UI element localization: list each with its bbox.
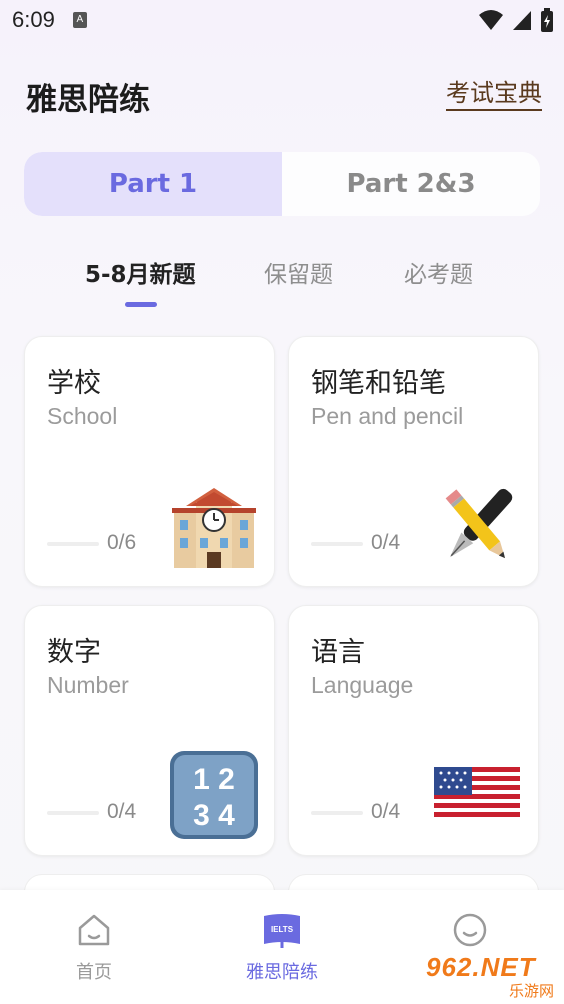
- card-title: 数字: [47, 637, 101, 668]
- pen-and-pencil-icon: [445, 488, 513, 559]
- status-icons: [478, 8, 554, 32]
- school-building-icon: [172, 488, 256, 568]
- us-flag-icon: [434, 767, 520, 823]
- sub-tab-must-test[interactable]: 必考题: [404, 255, 473, 289]
- ielts-badge-text: IELTS: [271, 925, 294, 934]
- wifi-icon: [479, 10, 503, 30]
- battery-icon: [541, 8, 553, 32]
- watermark-main-text: 962.NET: [426, 952, 536, 982]
- numbers-row-2: 3 4: [193, 799, 235, 832]
- numbers-1234-icon: 1 2 3 4: [170, 751, 258, 839]
- status-bar: 6:09 A: [0, 0, 564, 40]
- progress-count: 0/4: [371, 800, 401, 823]
- a-notification-icon: A: [72, 12, 87, 28]
- progress-track: [311, 811, 363, 815]
- progress-count: 0/6: [107, 531, 137, 554]
- sub-tabs: 5-8月新题 保留题 必考题: [0, 255, 564, 315]
- nav-item-home[interactable]: 首页: [34, 912, 154, 984]
- card-subtitle: Number: [47, 672, 129, 698]
- topic-card-school[interactable]: 学校 School 0/6: [24, 336, 275, 587]
- ielts-book-icon: IELTS: [264, 914, 300, 948]
- card-subtitle: Pen and pencil: [311, 403, 464, 429]
- nav-label-ielts-practice: 雅思陪练: [246, 962, 318, 983]
- nav-item-ielts-practice[interactable]: IELTS 雅思陪练: [222, 912, 342, 984]
- progress-track: [47, 542, 99, 546]
- topic-card-language[interactable]: 语言 Language 0/4: [288, 605, 539, 856]
- home-icon: [78, 914, 110, 946]
- sub-tab-new-questions[interactable]: 5-8月新题: [85, 255, 196, 289]
- card-title: 钢笔和铅笔: [311, 368, 446, 399]
- page-title: 雅思陪练: [26, 82, 150, 118]
- profile-face-icon: [453, 913, 487, 947]
- part-switch: Part 1 Part 2&3: [24, 152, 540, 216]
- tab-part-1[interactable]: Part 1: [24, 152, 282, 216]
- card-title: 学校: [47, 368, 101, 399]
- topic-card-pen-and-pencil[interactable]: 钢笔和铅笔 Pen and pencil 0/4: [288, 336, 539, 587]
- card-subtitle: Language: [311, 672, 414, 698]
- signal-icon: [513, 11, 531, 30]
- watermark-sub-text: 乐游网: [508, 983, 554, 1000]
- card-subtitle: School: [47, 403, 118, 429]
- header: 雅思陪练 考试宝典: [0, 68, 564, 122]
- progress-count: 0/4: [107, 800, 137, 823]
- sub-tab-retained[interactable]: 保留题: [264, 255, 333, 289]
- exam-guide-link[interactable]: 考试宝典: [446, 78, 542, 111]
- progress-count: 0/4: [371, 531, 401, 554]
- watermark-logo: 962.NET 乐游网: [426, 952, 558, 1000]
- tab-part-2-3[interactable]: Part 2&3: [282, 152, 540, 216]
- progress-track: [47, 811, 99, 815]
- numbers-row-1: 1 2: [193, 763, 235, 796]
- progress-track: [311, 542, 363, 546]
- card-title: 语言: [311, 637, 365, 668]
- topic-card-number[interactable]: 数字 Number 0/4 1 2 3 4: [24, 605, 275, 856]
- sub-tab-indicator: [125, 302, 157, 307]
- nav-label-home: 首页: [76, 962, 112, 983]
- status-time: 6:09: [12, 7, 55, 32]
